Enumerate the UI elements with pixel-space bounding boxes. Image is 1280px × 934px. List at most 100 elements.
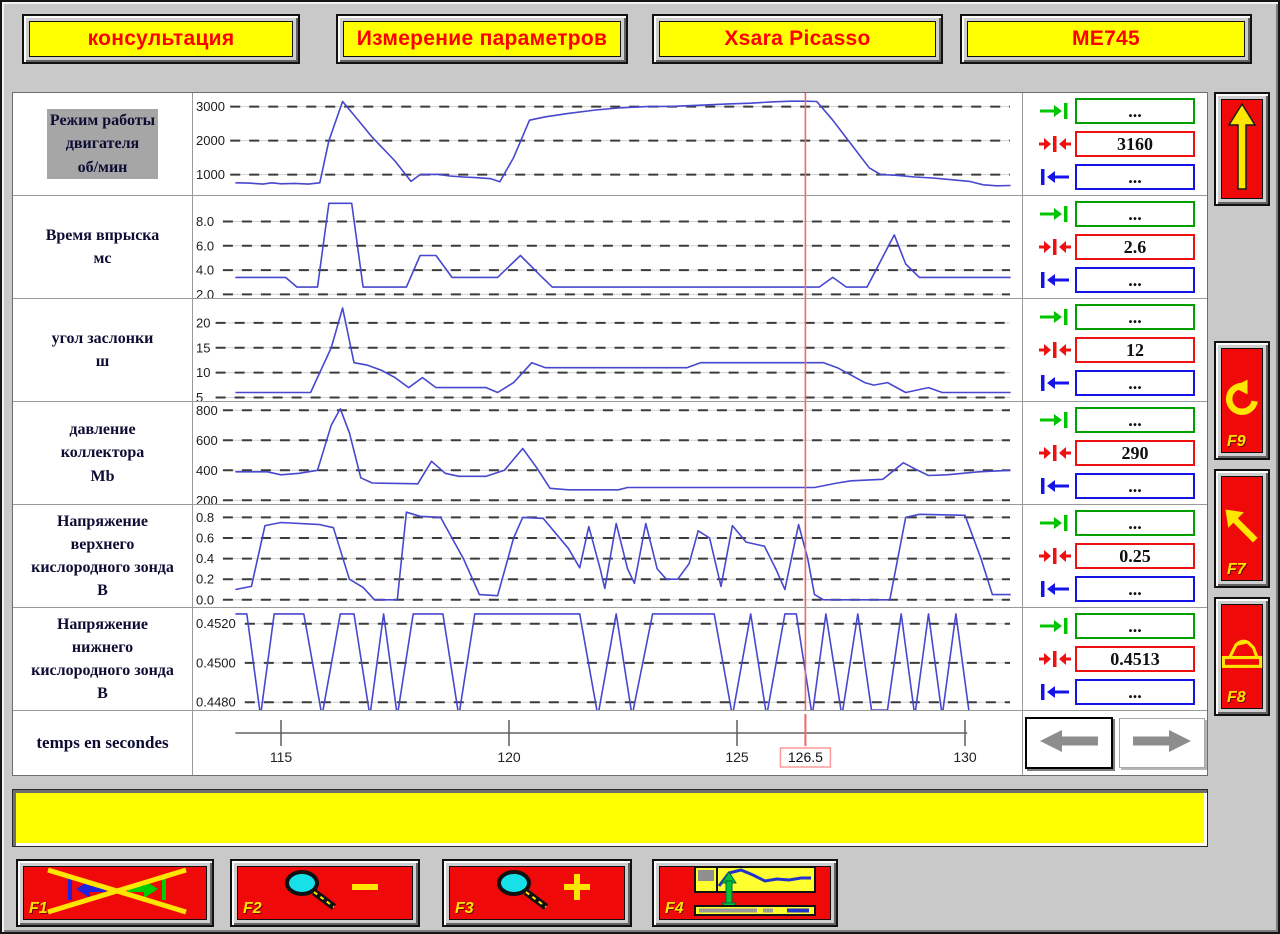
svg-text:15: 15	[196, 340, 210, 355]
value-cursor: 0.25	[1075, 543, 1195, 569]
param-label-manifold-pressure: давление коллектора Mb	[60, 421, 145, 485]
svg-text:125: 125	[725, 749, 749, 765]
vehicle-label: Xsara Picasso	[724, 27, 871, 50]
svg-text:6.0: 6.0	[196, 238, 214, 253]
chart-lower-o2-voltage: 0.4480 0.4500 0.4520	[193, 608, 1022, 710]
f9-refresh-button[interactable]: F9	[1214, 341, 1270, 460]
svg-text:400: 400	[196, 463, 218, 478]
svg-text:130: 130	[953, 749, 977, 765]
svg-text:4.0: 4.0	[196, 263, 214, 278]
value-cursor: 3160	[1075, 131, 1195, 157]
f3-zoom-in-button[interactable]: F3	[442, 859, 632, 927]
cursor-right-button[interactable]	[1119, 718, 1205, 768]
svg-text:0.2: 0.2	[196, 572, 214, 587]
value-end: ...	[1075, 473, 1195, 499]
chart-throttle-angle: 5 10 15 20	[193, 299, 1022, 401]
f4-graph-overview-button[interactable]: F4	[652, 859, 838, 927]
time-axis-row: temps en secondes 115 120 125 130 126.5	[13, 711, 1207, 775]
f7-label: F7	[1227, 561, 1246, 578]
time-axis: 115 120 125 130 126.5	[193, 711, 1022, 775]
value-cursor: 12	[1075, 337, 1195, 363]
svg-text:0.6: 0.6	[196, 531, 214, 546]
value-cursor: 2.6	[1075, 234, 1195, 260]
f2-label: F2	[243, 900, 262, 917]
f8-label: F8	[1227, 689, 1246, 706]
svg-text:2000: 2000	[196, 133, 225, 148]
table-row: давление коллектора Mb 200 400 600 800 ... …	[13, 402, 1207, 505]
svg-text:600: 600	[196, 433, 218, 448]
f3-label: F3	[455, 900, 474, 917]
svg-text:0.4: 0.4	[196, 551, 214, 566]
consultation-button[interactable]: консультация	[22, 14, 300, 64]
svg-text:115: 115	[270, 749, 293, 765]
table-row: Время впрыска мс 2.0 4.0 6.0 8.0 ... 2.6 ..…	[13, 196, 1207, 299]
param-label-engine-rpm: Режим работы двигателя об/мин	[46, 109, 159, 179]
goto-end-marker-icon	[1035, 579, 1075, 599]
graph-overview-icon	[667, 864, 823, 923]
svg-text:0.4500: 0.4500	[196, 655, 236, 670]
print-icon	[1219, 633, 1265, 680]
scroll-up-button[interactable]	[1214, 92, 1270, 206]
cursor-converge-icon	[1035, 237, 1075, 257]
svg-text:0.4520: 0.4520	[196, 616, 236, 631]
f9-label: F9	[1227, 433, 1246, 450]
f7-back-button[interactable]: F7	[1214, 469, 1270, 588]
goto-start-marker-icon	[1035, 616, 1075, 636]
value-end: ...	[1075, 267, 1195, 293]
table-row: Напряжение нижнего кислородного зонда В …	[13, 608, 1207, 711]
undo-refresh-icon	[1220, 371, 1264, 430]
svg-text:0.4480: 0.4480	[196, 695, 236, 710]
goto-end-marker-icon	[1035, 476, 1075, 496]
cursor-converge-icon	[1035, 649, 1075, 669]
goto-start-marker-icon	[1035, 410, 1075, 430]
param-label-injection-time: Время впрыска мс	[45, 226, 160, 267]
ecu-button[interactable]: ME745	[960, 14, 1252, 64]
cursor-converge-icon	[1035, 340, 1075, 360]
svg-text:5: 5	[196, 390, 203, 401]
left-arrow-icon	[1038, 728, 1100, 759]
time-axis-label: temps en secondes	[36, 733, 169, 752]
measurement-table: Режим работы двигателя об/мин 1000 2000 30…	[12, 92, 1208, 776]
svg-text:800: 800	[196, 403, 218, 418]
chart-manifold-pressure: 200 400 600 800	[193, 402, 1022, 504]
value-start: ...	[1075, 304, 1195, 330]
vehicle-button[interactable]: Xsara Picasso	[652, 14, 943, 64]
f1-cancel-markers-button[interactable]: F1	[16, 859, 214, 927]
zoom-out-icon	[260, 867, 390, 920]
value-start: ...	[1075, 98, 1195, 124]
goto-start-marker-icon	[1035, 513, 1075, 533]
measure-params-button[interactable]: Измерение параметров	[336, 14, 628, 64]
chart-upper-o2-voltage: 0.0 0.2 0.4 0.6 0.8	[193, 505, 1022, 607]
measure-params-label: Измерение параметров	[356, 27, 608, 50]
f1-label: F1	[29, 900, 48, 917]
status-bar	[12, 789, 1208, 847]
goto-end-marker-icon	[1035, 373, 1075, 393]
param-label-throttle-angle: угол заслонки ш	[51, 329, 154, 370]
right-arrow-icon	[1131, 728, 1193, 759]
svg-text:1000: 1000	[196, 167, 225, 182]
svg-text:0.0: 0.0	[196, 592, 214, 607]
svg-text:200: 200	[196, 493, 218, 504]
svg-text:20: 20	[196, 315, 210, 330]
goto-start-marker-icon	[1035, 101, 1075, 121]
goto-start-marker-icon	[1035, 204, 1075, 224]
chart-engine-rpm: 1000 2000 3000	[193, 93, 1022, 195]
cursor-converge-icon	[1035, 134, 1075, 154]
table-row: угол заслонки ш 5 10 15 20 ... 12 ...	[13, 299, 1207, 402]
f8-print-button[interactable]: F8	[1214, 597, 1270, 716]
cursor-left-button[interactable]	[1025, 717, 1113, 769]
value-start: ...	[1075, 510, 1195, 536]
up-arrow-icon	[1224, 101, 1260, 198]
svg-text:8.0: 8.0	[196, 214, 214, 229]
value-end: ...	[1075, 679, 1195, 705]
goto-end-marker-icon	[1035, 682, 1075, 702]
svg-text:0.8: 0.8	[196, 510, 214, 525]
consultation-label: консультация	[87, 27, 235, 50]
f2-zoom-out-button[interactable]: F2	[230, 859, 420, 927]
value-end: ...	[1075, 370, 1195, 396]
cancel-markers-icon	[40, 866, 190, 921]
table-row: Режим работы двигателя об/мин 1000 2000 30…	[13, 93, 1207, 196]
f4-label: F4	[665, 900, 684, 917]
value-end: ...	[1075, 164, 1195, 190]
svg-text:10: 10	[196, 365, 210, 380]
